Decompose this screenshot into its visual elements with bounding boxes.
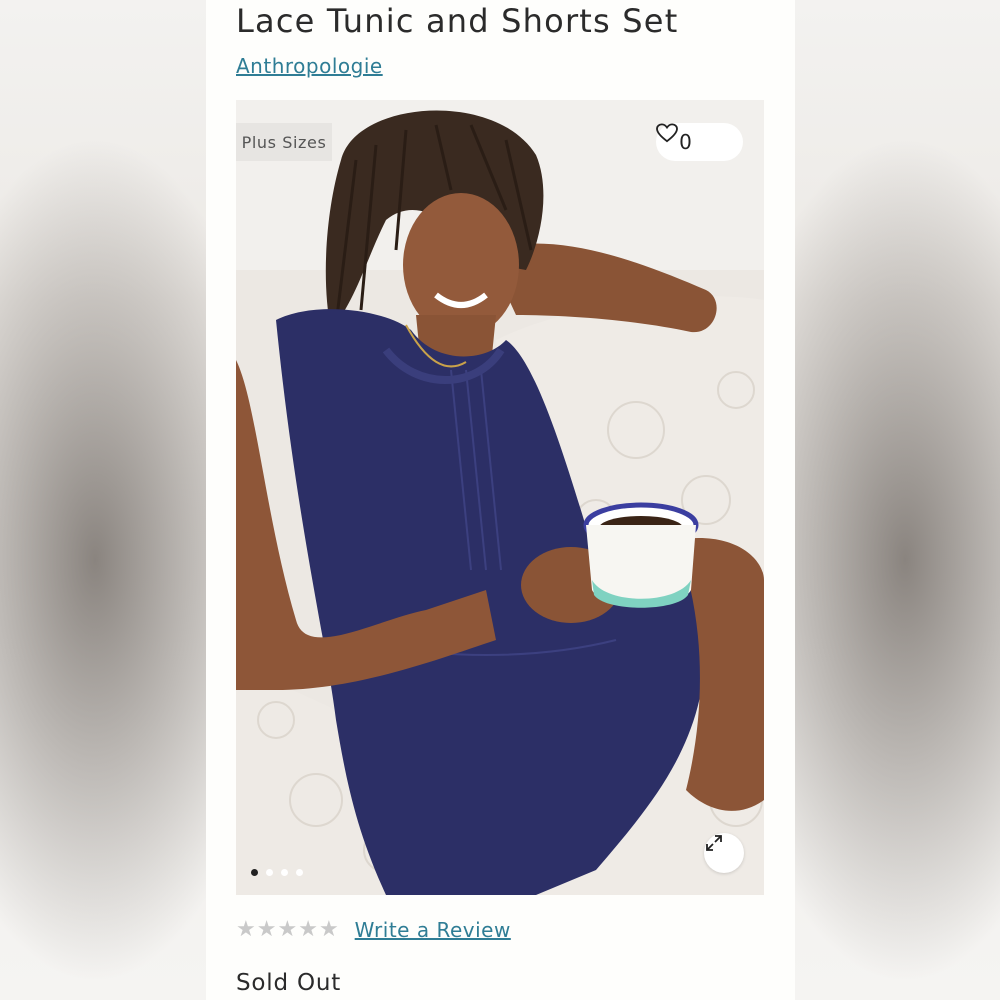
favorite-count: 0 <box>679 130 692 154</box>
favorite-button[interactable]: 0 <box>656 123 743 161</box>
expand-button[interactable] <box>704 833 744 873</box>
star-icon: ★ <box>277 917 298 942</box>
star-rating: ★ ★ ★ ★ ★ <box>236 919 339 941</box>
write-review-link[interactable]: Write a Review <box>355 918 511 942</box>
rating-row: ★ ★ ★ ★ ★ Write a Review <box>236 918 511 942</box>
star-icon: ★ <box>256 917 277 942</box>
star-icon: ★ <box>318 917 339 942</box>
carousel-dot[interactable] <box>296 869 303 876</box>
carousel-dot[interactable] <box>266 869 273 876</box>
product-photo-illustration <box>236 100 764 895</box>
plus-sizes-badge: Plus Sizes <box>236 123 332 161</box>
product-card: Lace Tunic and Shorts Set Anthropologie <box>206 0 795 1000</box>
carousel-dot[interactable] <box>251 869 258 876</box>
product-title: Lace Tunic and Shorts Set <box>236 2 679 40</box>
star-icon: ★ <box>298 917 318 942</box>
stock-status: Sold Out <box>236 970 342 996</box>
heart-icon <box>656 123 720 152</box>
brand-link[interactable]: Anthropologie <box>236 54 383 78</box>
product-image[interactable]: Plus Sizes 0 <box>236 100 764 895</box>
star-icon: ★ <box>236 917 256 942</box>
carousel-dot[interactable] <box>281 869 288 876</box>
carousel-dots <box>251 869 303 876</box>
